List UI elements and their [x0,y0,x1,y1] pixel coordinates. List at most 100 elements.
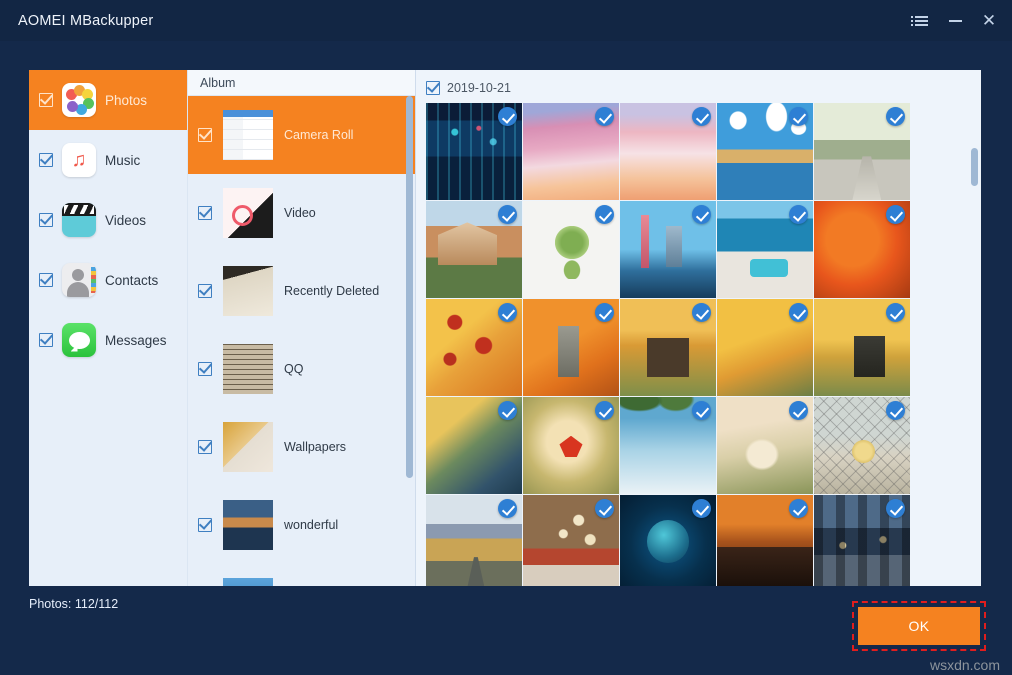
photo-selected-check-icon[interactable] [886,107,905,126]
checkbox-date-group[interactable] [426,81,440,95]
photo-grid [416,103,981,586]
sidebar-item-label: Videos [105,213,146,228]
application-title: AOMEI MBackupper [18,13,153,29]
sidebar-item-music[interactable]: ♫ Music [29,130,187,190]
photo-thumbnail[interactable] [717,397,813,494]
checkbox-album[interactable] [198,440,212,454]
sidebar-item-videos[interactable]: Videos [29,190,187,250]
sidebar-item-contacts[interactable]: Contacts [29,250,187,310]
photo-thumbnail[interactable] [814,299,910,396]
photo-thumbnail[interactable] [717,495,813,586]
album-item-qq[interactable]: QQ [188,330,415,408]
album-item-label: QQ [284,362,303,376]
album-item-label: wonderful [284,518,338,532]
album-item-recently-deleted[interactable]: Recently Deleted [188,252,415,330]
photo-selected-check-icon[interactable] [692,205,711,224]
photo-thumbnail[interactable] [814,495,910,586]
checkbox-contacts[interactable] [39,273,53,287]
photo-selected-check-icon[interactable] [498,401,517,420]
date-group-label: 2019-10-21 [447,81,511,95]
sidebar-item-photos[interactable]: Photos [29,70,187,130]
photo-thumbnail[interactable] [523,397,619,494]
checkbox-album[interactable] [198,362,212,376]
photo-thumbnail[interactable] [620,397,716,494]
footer-bar: Photos: 112/112 OK wsxdn.com [0,586,1012,675]
album-scrollbar-thumb[interactable] [406,96,413,478]
photo-selected-check-icon[interactable] [595,107,614,126]
photo-thumbnail[interactable] [620,299,716,396]
photo-thumbnail[interactable] [620,201,716,298]
photo-thumbnail[interactable] [426,495,522,586]
photo-scrollbar-thumb[interactable] [971,148,978,186]
photo-thumbnail[interactable] [523,299,619,396]
checkbox-videos[interactable] [39,213,53,227]
photo-thumbnail[interactable] [426,201,522,298]
album-item-partial[interactable] [188,564,415,586]
checkbox-album[interactable] [198,518,212,532]
photo-selected-check-icon[interactable] [789,107,808,126]
album-item-wallpapers[interactable]: Wallpapers [188,408,415,486]
photo-selected-check-icon[interactable] [595,401,614,420]
photo-selected-check-icon[interactable] [789,303,808,322]
checkbox-album[interactable] [198,128,212,142]
album-item-camera-roll[interactable]: Camera Roll [188,96,415,174]
checkbox-album[interactable] [198,284,212,298]
album-thumbnail [223,188,273,238]
photo-panel: 2019-10-21 [416,70,981,586]
photo-thumbnail[interactable] [814,397,910,494]
photo-thumbnail[interactable] [426,397,522,494]
checkbox-photos[interactable] [39,93,53,107]
photo-selected-check-icon[interactable] [692,401,711,420]
photo-selected-check-icon[interactable] [498,499,517,518]
photo-thumbnail[interactable] [523,495,619,586]
sidebar-item-label: Contacts [105,273,158,288]
menu-button[interactable] [904,6,938,36]
photo-selected-check-icon[interactable] [595,205,614,224]
photo-selected-check-icon[interactable] [789,499,808,518]
photo-thumbnail[interactable] [620,103,716,200]
photo-thumbnail[interactable] [717,103,813,200]
checkbox-messages[interactable] [39,333,53,347]
photo-selected-check-icon[interactable] [692,107,711,126]
category-sidebar: Photos ♫ Music Videos Contacts [29,70,188,586]
date-group-header[interactable]: 2019-10-21 [416,70,981,103]
photo-selected-check-icon[interactable] [789,401,808,420]
photo-selected-check-icon[interactable] [886,401,905,420]
list-icon [915,16,928,26]
ok-button[interactable]: OK [858,607,980,645]
status-text: Photos: 112/112 [29,597,118,611]
close-button[interactable]: ✕ [972,6,1006,36]
photo-thumbnail[interactable] [814,201,910,298]
album-thumbnail [223,500,273,550]
photo-thumbnail[interactable] [814,103,910,200]
photos-icon [62,83,96,117]
checkbox-music[interactable] [39,153,53,167]
photo-selected-check-icon[interactable] [692,303,711,322]
photo-selected-check-icon[interactable] [886,205,905,224]
photo-selected-check-icon[interactable] [789,205,808,224]
photo-selected-check-icon[interactable] [498,107,517,126]
photo-thumbnail[interactable] [523,103,619,200]
photo-thumbnail[interactable] [426,299,522,396]
checkbox-album[interactable] [198,206,212,220]
photo-selected-check-icon[interactable] [886,303,905,322]
minimize-button[interactable] [938,6,972,36]
album-item-video[interactable]: Video [188,174,415,252]
photo-scrollbar[interactable] [971,70,978,586]
album-scrollbar[interactable] [406,96,413,586]
album-item-wonderful[interactable]: wonderful [188,486,415,564]
photo-selected-check-icon[interactable] [595,303,614,322]
photo-selected-check-icon[interactable] [498,303,517,322]
photo-selected-check-icon[interactable] [886,499,905,518]
photo-thumbnail[interactable] [620,495,716,586]
photo-thumbnail[interactable] [717,201,813,298]
photo-thumbnail[interactable] [523,201,619,298]
photo-selected-check-icon[interactable] [498,205,517,224]
album-item-label: Wallpapers [284,440,346,454]
sidebar-item-messages[interactable]: Messages [29,310,187,370]
photo-thumbnail[interactable] [717,299,813,396]
contacts-icon [62,263,96,297]
photo-thumbnail[interactable] [426,103,522,200]
photo-selected-check-icon[interactable] [692,499,711,518]
photo-selected-check-icon[interactable] [595,499,614,518]
